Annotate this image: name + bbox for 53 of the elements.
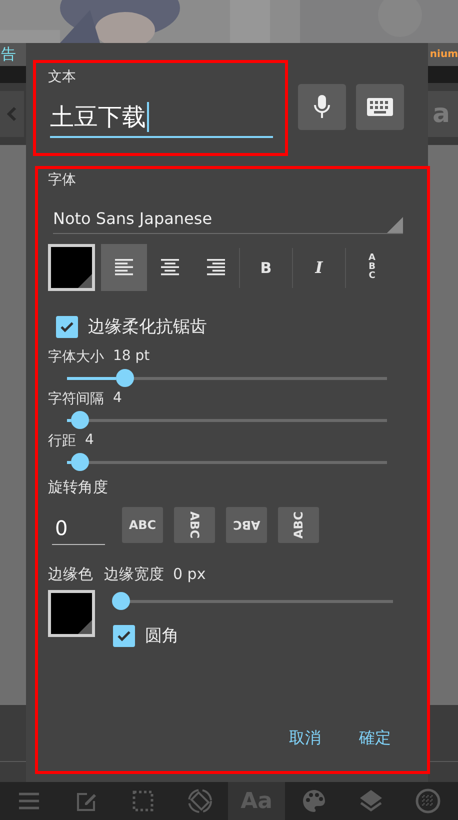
checkbox-label: 圆角 (145, 625, 179, 647)
dialog-button[interactable]: 取消 (285, 722, 325, 755)
slider-thumb[interactable] (112, 592, 130, 610)
italic-button[interactable]: I (293, 244, 345, 291)
checkbox[interactable] (56, 316, 78, 338)
text-input-field[interactable]: 土豆下载 (50, 98, 273, 138)
dropdown-corner-icon (387, 217, 403, 233)
align-right-icon (207, 259, 225, 276)
field-label: 文本 (48, 68, 77, 86)
rotation-button[interactable]: ABC (174, 507, 215, 543)
rotation-input-field[interactable]: 0 (52, 511, 105, 545)
slider-value: 0 px (173, 565, 206, 584)
slider-thumb[interactable] (70, 411, 89, 429)
layers-icon (358, 788, 384, 814)
checkbox-label: 边缘柔化抗锯齿 (88, 316, 207, 338)
microphone-icon (314, 94, 330, 118)
slider-label: 行距 (48, 432, 76, 450)
rotation-button[interactable]: ABC (278, 507, 319, 543)
section-label: 旋转角度 (48, 478, 109, 497)
color-swatch[interactable] (48, 244, 95, 291)
rotation-button[interactable]: ABC (122, 507, 163, 543)
section-label: 字体 (48, 171, 77, 189)
slider-value: 4 (113, 390, 122, 408)
edge-color-label: 边缘色 (48, 565, 93, 584)
align-left-button[interactable] (101, 244, 147, 291)
text-cursor (147, 102, 149, 132)
bold-button[interactable]: B (240, 244, 292, 291)
color-swatch[interactable] (48, 590, 95, 637)
slider-value: 18 pt (113, 348, 150, 366)
slider-label: 字体大小 (48, 348, 104, 366)
keyboard-button[interactable] (356, 84, 404, 130)
rotation-button[interactable]: ABC (226, 507, 267, 543)
slider-thumb[interactable] (116, 369, 134, 387)
palette-icon (300, 788, 326, 814)
chevron-left-icon (7, 106, 17, 122)
premium-label[interactable]: nium (430, 49, 458, 60)
checkmark-icon (60, 320, 74, 332)
keyboard-icon (367, 98, 393, 116)
slider-value: 4 (85, 432, 94, 450)
grid-icon (414, 788, 440, 814)
rotate-icon (186, 788, 212, 814)
align-center-icon (161, 259, 179, 276)
slider-label: 字符间隔 (48, 390, 104, 408)
slider-label: 边缘宽度 (104, 565, 164, 584)
microphone-button[interactable] (298, 84, 346, 130)
dialog-button[interactable]: 確定 (355, 722, 395, 755)
slider-thumb[interactable] (70, 453, 89, 471)
ad-label: 告 (1, 45, 16, 64)
checkmark-icon (117, 630, 131, 642)
checkbox[interactable] (113, 624, 135, 646)
vertical-text-button[interactable]: ABC (346, 244, 398, 291)
align-left-icon (115, 259, 133, 276)
font-dropdown[interactable]: Noto Sans Japanese (53, 203, 403, 234)
